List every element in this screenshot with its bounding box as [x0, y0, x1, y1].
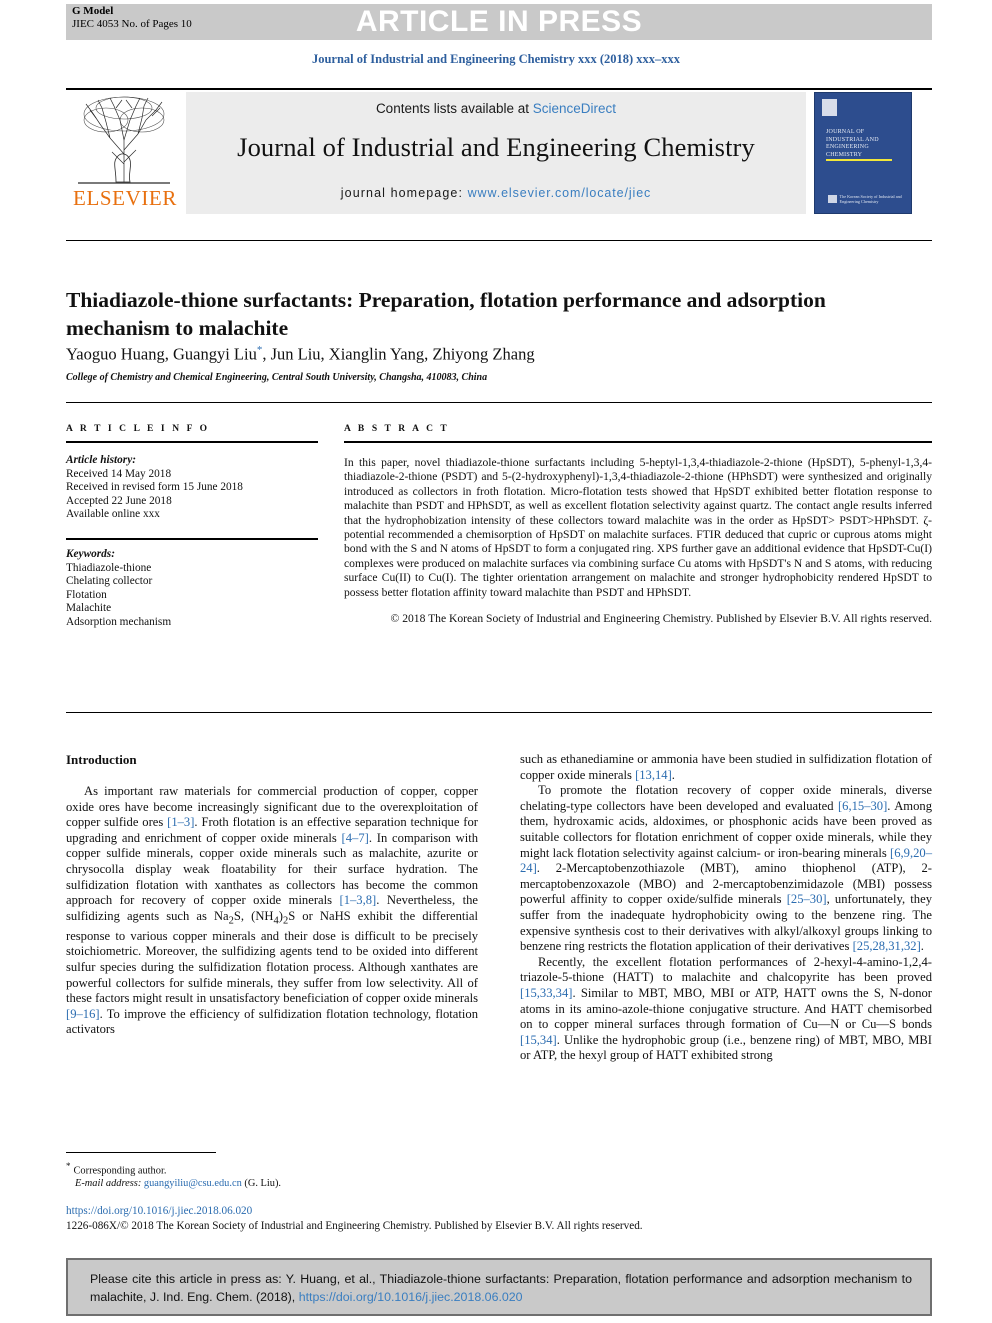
homepage-label: journal homepage: — [340, 186, 468, 200]
elsevier-tree-icon — [78, 96, 170, 184]
contents-prefix: Contents lists available at — [375, 101, 533, 116]
body-column-left: Introduction As important raw materials … — [66, 752, 478, 1038]
article-title: Thiadiazole-thione surfactants: Preparat… — [66, 288, 826, 341]
citation-ref[interactable]: [15,33,34] — [520, 986, 572, 1000]
issn-copyright-line: 1226-086X/© 2018 The Korean Society of I… — [66, 1220, 643, 1232]
homepage-url-link[interactable]: www.elsevier.com/locate/jiec — [468, 186, 652, 200]
doi-link[interactable]: https://doi.org/10.1016/j.jiec.2018.06.0… — [66, 1205, 252, 1217]
text-run: S or NaHS exhibit the differential respo… — [66, 908, 478, 1006]
author-affiliation: College of Chemistry and Chemical Engine… — [66, 372, 488, 383]
cover-emblem-icon — [822, 99, 837, 116]
article-history-label: Article history: — [66, 454, 136, 466]
text-run: . — [920, 939, 924, 954]
citation-ref[interactable]: [25,28,31,32] — [853, 939, 921, 953]
text-run: . Unlike the hydrophobic group (i.e., be… — [520, 1032, 932, 1063]
footnote-block: * Corresponding author. E-mail address: g… — [66, 1160, 486, 1190]
contents-line: Contents lists available at ScienceDirec… — [186, 101, 806, 116]
citation-ref[interactable]: [1–3,8] — [340, 893, 377, 907]
journal-article-page: G Model JIEC 4053 No. of Pages 10 ARTICL… — [0, 0, 992, 1323]
article-in-press-text: ARTICLE IN PRESS — [355, 5, 643, 38]
cover-society-text: The Korean Society of Industrial and Eng… — [839, 194, 902, 204]
corresponding-author-note: * Corresponding author. — [66, 1160, 486, 1177]
text-run: such as ethanediamine or ammonia have be… — [520, 752, 932, 782]
article-history-block: Article history: Received 14 May 2018 Re… — [66, 454, 318, 522]
cover-title-text: Journal of Industrial and Engineering Ch… — [826, 129, 879, 158]
intro-paragraph-1: As important raw materials for commercia… — [66, 784, 478, 1038]
keyword-item: Chelating collector — [66, 575, 153, 588]
email-note: E-mail address: guangyiliu@csu.edu.cn (G… — [66, 1177, 486, 1190]
history-item: Received in revised form 15 June 2018 — [66, 481, 243, 494]
cover-accent-rule — [826, 159, 892, 161]
cover-society-block: The Korean Society of Industrial and Eng… — [828, 194, 902, 204]
footnote-marker: * — [66, 1161, 71, 1171]
authors-before-marker: Yaoguo Huang, Guangyi Liu — [66, 344, 257, 364]
article-info-kicker: A R T I C L E I N F O — [66, 424, 210, 434]
history-item: Accepted 22 June 2018 — [66, 494, 172, 507]
text-run: Recently, the excellent flotation perfor… — [520, 954, 932, 985]
journal-cover-thumbnail: Journal of Industrial and Engineering Ch… — [814, 92, 912, 214]
intro-paragraph-carryover: such as ethanediamine or ammonia have be… — [520, 752, 932, 783]
text-run: . — [671, 767, 675, 782]
article-in-press-band: G Model JIEC 4053 No. of Pages 10 ARTICL… — [66, 4, 932, 40]
journal-title: Journal of Industrial and Engineering Ch… — [237, 132, 755, 162]
author-list: Yaoguo Huang, Guangyi Liu*, Jun Liu, Xia… — [66, 344, 886, 365]
keywords-block: Keywords: Thiadiazole-thione Chelating c… — [66, 548, 318, 630]
citation-ref[interactable]: [6,15–30] — [838, 799, 887, 813]
journal-citation-line: Journal of Industrial and Engineering Ch… — [311, 52, 681, 66]
keyword-item: Flotation — [66, 588, 107, 601]
elsevier-wordmark: ELSEVIER — [73, 186, 177, 210]
citation-ref[interactable]: [9–16] — [66, 1007, 100, 1021]
sciencedirect-link[interactable]: ScienceDirect — [533, 101, 616, 116]
abstract-copyright: © 2018 The Korean Society of Industrial … — [390, 611, 933, 625]
introduction-heading: Introduction — [66, 752, 137, 767]
citation-ref[interactable]: [15,34] — [520, 1033, 557, 1047]
cite-this-article-text: Please cite this article in press as: Y.… — [90, 1271, 912, 1306]
article-info-column: A R T I C L E I N F O Article history: R… — [66, 424, 318, 630]
intro-paragraph-3: Recently, the excellent flotation perfor… — [520, 955, 932, 1064]
keyword-item: Adsorption mechanism — [66, 615, 172, 628]
history-item: Available online xxx — [66, 508, 160, 521]
intro-paragraph-2: To promote the flotation recovery of cop… — [520, 783, 932, 955]
authors-after-marker: , Jun Liu, Xianglin Yang, Zhiyong Zhang — [262, 344, 535, 364]
info-bottom-rule — [66, 712, 932, 713]
title-top-rule — [66, 240, 932, 241]
email-owner: (G. Liu). — [244, 1178, 282, 1190]
keywords-label: Keywords: — [66, 547, 115, 560]
footnote-rule — [66, 1152, 216, 1153]
cite-doi-link[interactable]: https://doi.org/10.1016/j.jiec.2018.06.0… — [299, 1290, 523, 1304]
citation-ref[interactable]: [1–3] — [167, 815, 194, 829]
journal-banner: Contents lists available at ScienceDirec… — [186, 92, 806, 214]
society-logo-icon — [828, 195, 837, 203]
journal-homepage-line: journal homepage: www.elsevier.com/locat… — [186, 186, 806, 200]
text-run: . To improve the efficiency of sulfidiza… — [66, 1006, 478, 1037]
abstract-kicker: A B S T R A C T — [344, 424, 450, 434]
masthead-top-rule — [66, 88, 932, 90]
keywords-rule — [66, 537, 318, 540]
citation-ref[interactable]: [25–30] — [787, 892, 827, 906]
abstract-text: In this paper, novel thiadiazole-thione … — [344, 456, 932, 599]
keyword-item: Thiadiazole-thione — [66, 561, 152, 574]
citation-ref[interactable]: [4–7] — [342, 831, 369, 845]
text-run: S, (NH — [233, 908, 274, 923]
cite-this-article-box: Please cite this article in press as: Y.… — [66, 1258, 932, 1316]
text-run: . Similar to MBT, MBO, MBI or ATP, HATT … — [520, 985, 932, 1032]
body-column-right: such as ethanediamine or ammonia have be… — [520, 752, 932, 1064]
elsevier-logo: ELSEVIER — [66, 92, 184, 214]
email-label: E-mail address: — [75, 1178, 142, 1190]
article-info-rule — [66, 441, 318, 443]
info-top-rule — [66, 402, 932, 403]
abstract-column: A B S T R A C T In this paper, novel thi… — [344, 424, 932, 638]
email-link[interactable]: guangyiliu@csu.edu.cn — [144, 1178, 242, 1189]
corresponding-author-label: Corresponding author. — [73, 1165, 167, 1177]
history-item: Received 14 May 2018 — [66, 467, 172, 480]
citation-ref[interactable]: [13,14] — [635, 768, 672, 782]
journal-masthead: ELSEVIER Contents lists available at Sci… — [66, 88, 932, 214]
keyword-item: Malachite — [66, 602, 112, 615]
abstract-rule — [344, 441, 932, 443]
